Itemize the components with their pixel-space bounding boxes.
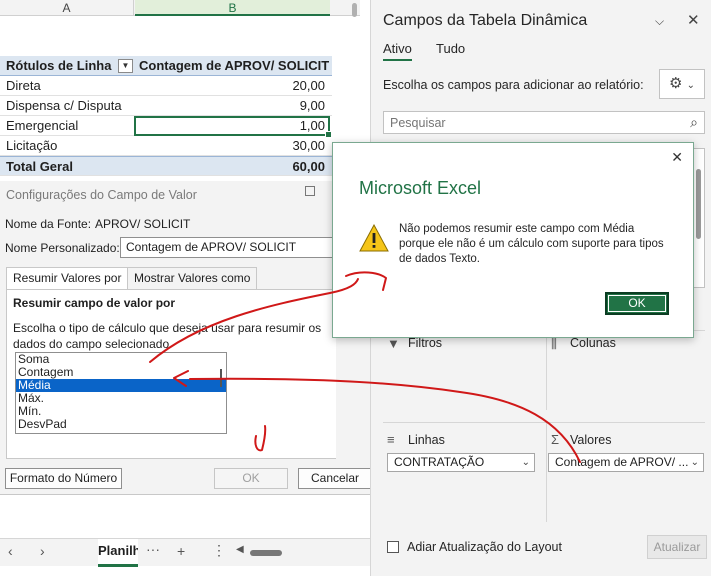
row-label[interactable]: Direta [6,76,134,96]
chevron-down-icon[interactable]: ⌄ [691,454,699,471]
instruction-text: Escolha os campos para adicionar ao rela… [383,78,644,92]
value-field-settings-dialog: Configurações do Campo de Valor Nome da … [0,181,381,495]
search-box[interactable]: ⌕ [383,111,705,134]
value-header[interactable]: Contagem de APROV/ SOLICIT [135,56,329,76]
gear-icon[interactable]: ⚙ ⌄ [659,69,705,99]
pivot-header-row: Rótulos de Linha ▼ Contagem de APROV/ SO… [0,56,332,76]
area-values-label: Valores [570,433,612,447]
sheet-tab[interactable]: Planilha1 [98,539,138,567]
list-item[interactable]: Máx. [16,392,226,405]
column-headers: A B [0,0,360,17]
values-field-item[interactable]: Contagem de APROV/ ... ⌄ [548,453,704,472]
filter-icon: ▼ [387,336,400,351]
row-value[interactable]: 9,00 [135,96,329,116]
rows-field-item[interactable]: CONTRATAÇÃO ⌄ [387,453,535,472]
list-scrollbar[interactable] [220,369,222,387]
close-icon[interactable]: ✕ [671,149,683,166]
source-name-label: Nome da Fonte: [5,217,92,231]
tab-show-values-as[interactable]: Mostrar Valores como [127,267,258,289]
row-label[interactable]: Emergencial [6,116,134,136]
search-input[interactable] [384,112,664,133]
grand-total-label[interactable]: Total Geral [6,157,134,177]
column-header-b[interactable]: B [135,0,330,16]
tab-scroll-left-icon[interactable]: ‹ [8,543,13,559]
tab-scroll-right-icon[interactable]: › [40,543,45,559]
cancel-button[interactable]: Cancelar [298,468,372,489]
defer-checkbox[interactable] [387,541,399,553]
sigma-icon: Σ [551,432,560,447]
defer-label: Adiar Atualização do Layout [407,540,562,554]
function-list[interactable]: Soma Contagem Média Máx. Mín. DesvPad [15,352,227,434]
filter-dropdown-icon[interactable]: ▼ [118,59,133,73]
column-header-a[interactable]: A [0,0,134,16]
area-rows-label: Linhas [408,433,445,447]
columns-icon: ⫼ [551,336,557,351]
message-ok-button[interactable]: OK [605,292,669,315]
custom-name-field[interactable]: Contagem de APROV/ SOLICIT [120,237,335,258]
section-title: Resumir campo de valor por [13,296,176,310]
defer-layout-update[interactable]: Adiar Atualização do Layout [387,540,562,554]
calculation-description: Escolha o tipo de cálculo que deseja usa… [13,321,322,351]
grand-total-row[interactable]: Total Geral 60,00 [0,156,332,176]
tab-all[interactable]: Tudo [436,41,465,56]
area-filters-label: Filtros [408,336,443,350]
areas-divider-bottom [546,422,547,522]
add-sheet-icon[interactable]: + [177,543,185,559]
rows-icon: ≡ [387,432,395,447]
values-field-label: Contagem de APROV/ ... [555,455,689,469]
horizontal-scrollbar[interactable] [250,550,282,556]
sheet-tabs-bar: ‹ › Planilha1 ··· + ⋮ ◀ [0,538,372,567]
list-item[interactable]: DesvPad [16,418,226,431]
chevron-down-icon[interactable]: ⌵ [655,14,664,29]
custom-name-label: Nome Personalizado: [5,241,120,255]
more-sheets-icon[interactable]: ··· [146,541,160,557]
field-list-scrollbar[interactable] [696,169,701,239]
row-value[interactable]: 20,00 [135,76,329,96]
table-row[interactable]: Licitação 30,00 [0,136,332,156]
grand-total-value[interactable]: 60,00 [135,157,329,177]
close-icon[interactable]: ✕ [687,11,700,29]
error-message-box: ✕ Microsoft Excel Não podemos resumir es… [332,142,694,338]
rows-field-label: CONTRATAÇÃO [394,455,485,469]
pane-title: Campos da Tabela Dinâmica [383,12,588,29]
summarize-panel: Resumir campo de valor por Escolha o tip… [6,289,336,459]
search-icon[interactable]: ⌕ [690,114,698,131]
active-cell-selection[interactable] [134,116,332,138]
table-row[interactable]: Emergencial 1,00 [0,116,332,138]
areas-mid-border [383,422,705,423]
tab-active[interactable]: Ativo [383,41,412,61]
vertical-scrollbar[interactable] [350,0,360,20]
row-labels-header[interactable]: Rótulos de Linha [6,56,134,76]
scroll-left-icon[interactable]: ◀ [236,544,244,555]
table-row[interactable]: Dispensa c/ Disputa 9,00 [0,96,332,116]
pivot-table: Rótulos de Linha ▼ Contagem de APROV/ SO… [0,56,332,176]
row-label[interactable]: Licitação [6,136,134,156]
maximize-icon[interactable] [305,186,315,196]
areas-divider-top [546,330,547,410]
list-item-selected[interactable]: Média [16,379,226,392]
source-name-value: APROV/ SOLICIT [95,217,191,231]
row-label[interactable]: Dispensa c/ Disputa [6,96,134,116]
tab-summarize-values[interactable]: Resumir Valores por [6,267,129,290]
sheet-options-icon[interactable]: ⋮ [212,542,226,559]
warning-icon [359,224,389,252]
area-columns-label: Colunas [570,336,616,350]
number-format-button[interactable]: Formato do Número [5,468,122,489]
dialog-title: Configurações do Campo de Valor [6,188,197,202]
message-text: Não podemos resumir este campo com Média… [399,223,664,265]
message-title: Microsoft Excel [359,178,482,198]
update-button[interactable]: Atualizar [647,535,707,559]
chevron-down-icon[interactable]: ⌄ [522,454,530,471]
ok-button[interactable]: OK [214,468,288,489]
row-value[interactable]: 30,00 [135,136,329,156]
table-row[interactable]: Direta 20,00 [0,76,332,96]
